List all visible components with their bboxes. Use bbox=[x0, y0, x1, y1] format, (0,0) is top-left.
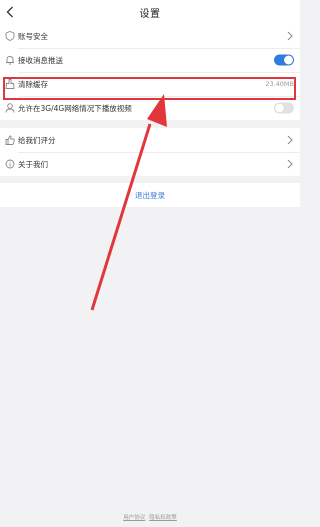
thumbs-up-icon bbox=[4, 135, 15, 146]
video-3g-toggle[interactable] bbox=[274, 102, 294, 114]
back-button[interactable] bbox=[2, 3, 18, 21]
video-3g-row: 允许在3G/4G网络情况下播放视频 bbox=[0, 96, 300, 120]
shield-icon bbox=[4, 31, 15, 42]
clear-cache-row[interactable]: 清除缓存 23.40MB bbox=[0, 72, 300, 96]
page-title: 设置 bbox=[139, 8, 161, 20]
rate-us-chevron bbox=[286, 135, 294, 145]
chevron-right-icon bbox=[287, 159, 293, 169]
about-us-row[interactable]: 关于我们 bbox=[0, 152, 300, 176]
push-notification-row: 接收消息推送 bbox=[0, 48, 300, 72]
bell-icon bbox=[4, 55, 15, 66]
clear-cache-label: 清除缓存 bbox=[18, 79, 48, 89]
toggle-knob bbox=[275, 103, 284, 113]
about-us-chevron bbox=[286, 159, 294, 169]
video-3g-label: 允许在3G/4G网络情况下播放视频 bbox=[18, 103, 132, 113]
about-us-label: 关于我们 bbox=[18, 159, 48, 169]
push-toggle[interactable] bbox=[274, 54, 294, 66]
footer-links: 用户协议 隐私权政策 bbox=[0, 513, 300, 521]
logout-button[interactable]: 退出登录 bbox=[0, 183, 300, 207]
chevron-right-icon bbox=[287, 31, 293, 41]
privacy-policy-link[interactable]: 隐私权政策 bbox=[149, 513, 177, 521]
person-icon bbox=[4, 103, 15, 114]
settings-group-2: 给我们评分 关于我们 bbox=[0, 128, 300, 176]
user-agreement-link[interactable]: 用户协议 bbox=[123, 513, 145, 521]
logout-label: 退出登录 bbox=[135, 190, 165, 200]
rate-us-row[interactable]: 给我们评分 bbox=[0, 128, 300, 152]
account-security-row[interactable]: 账号安全 bbox=[0, 24, 300, 48]
header-bar: 设置 bbox=[0, 0, 300, 24]
account-security-label: 账号安全 bbox=[18, 31, 48, 41]
settings-group-1: 账号安全 接收消息推送 清除缓存 23.40MB 允许在3G/4G网络情况下播放… bbox=[0, 24, 300, 120]
video-3g-toggle-wrap bbox=[274, 102, 294, 114]
toggle-knob bbox=[284, 55, 293, 65]
push-toggle-wrap bbox=[274, 54, 294, 66]
chevron-left-icon bbox=[6, 6, 13, 18]
broom-icon bbox=[4, 79, 15, 90]
cache-size-wrap: 23.40MB bbox=[265, 80, 294, 88]
rate-us-label: 给我们评分 bbox=[18, 135, 56, 145]
push-notification-label: 接收消息推送 bbox=[18, 55, 63, 65]
info-icon bbox=[4, 159, 15, 170]
chevron-right-icon bbox=[287, 135, 293, 145]
cache-size-value: 23.40MB bbox=[265, 80, 294, 88]
account-security-chevron bbox=[286, 31, 294, 41]
